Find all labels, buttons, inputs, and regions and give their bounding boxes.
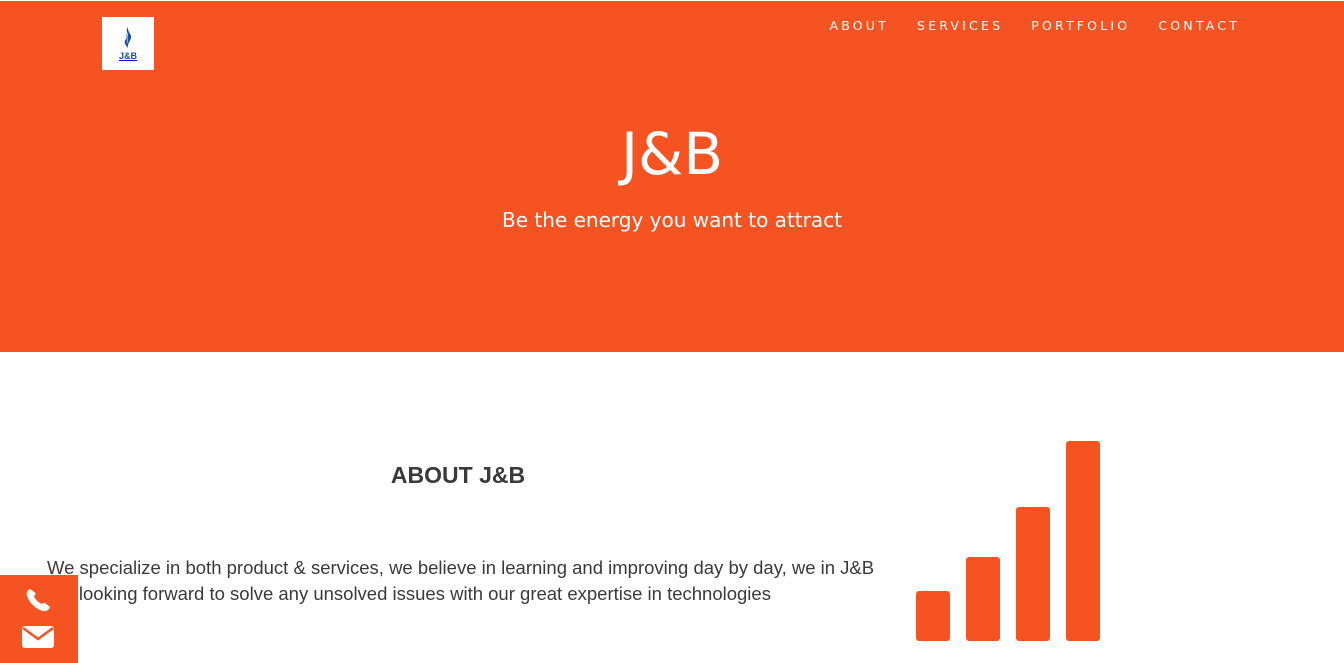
nav-item-about[interactable]: ABOUT — [829, 18, 889, 34]
logo-text: J&B — [118, 51, 137, 61]
floating-contact-widget — [0, 575, 78, 663]
hero-title: J&B — [620, 120, 724, 188]
nav-item-portfolio[interactable]: PORTFOLIO — [1031, 18, 1130, 34]
signal-bar — [1016, 507, 1050, 641]
mail-icon[interactable] — [21, 625, 55, 649]
site-logo[interactable]: J&B — [102, 17, 154, 70]
hero-subtitle: Be the energy you want to attract — [502, 208, 842, 232]
about-title: ABOUT J&B — [390, 462, 526, 488]
signal-bar — [1066, 441, 1100, 641]
nav-item-services[interactable]: SERVICES — [917, 18, 1003, 34]
flame-logo-icon — [124, 27, 132, 48]
nav-item-contact[interactable]: CONTACT — [1158, 18, 1240, 34]
about-body-text: We specialize in both product & services… — [47, 557, 875, 604]
main-nav: ABOUT SERVICES PORTFOLIO CONTACT — [801, 18, 1240, 34]
phone-icon[interactable] — [24, 587, 52, 613]
signal-bar — [966, 557, 1000, 641]
signal-bars-icon — [916, 441, 1100, 641]
hero-section: J&B ABOUT SERVICES PORTFOLIO CONTACT J&B… — [0, 1, 1344, 352]
signal-bar — [916, 591, 950, 641]
